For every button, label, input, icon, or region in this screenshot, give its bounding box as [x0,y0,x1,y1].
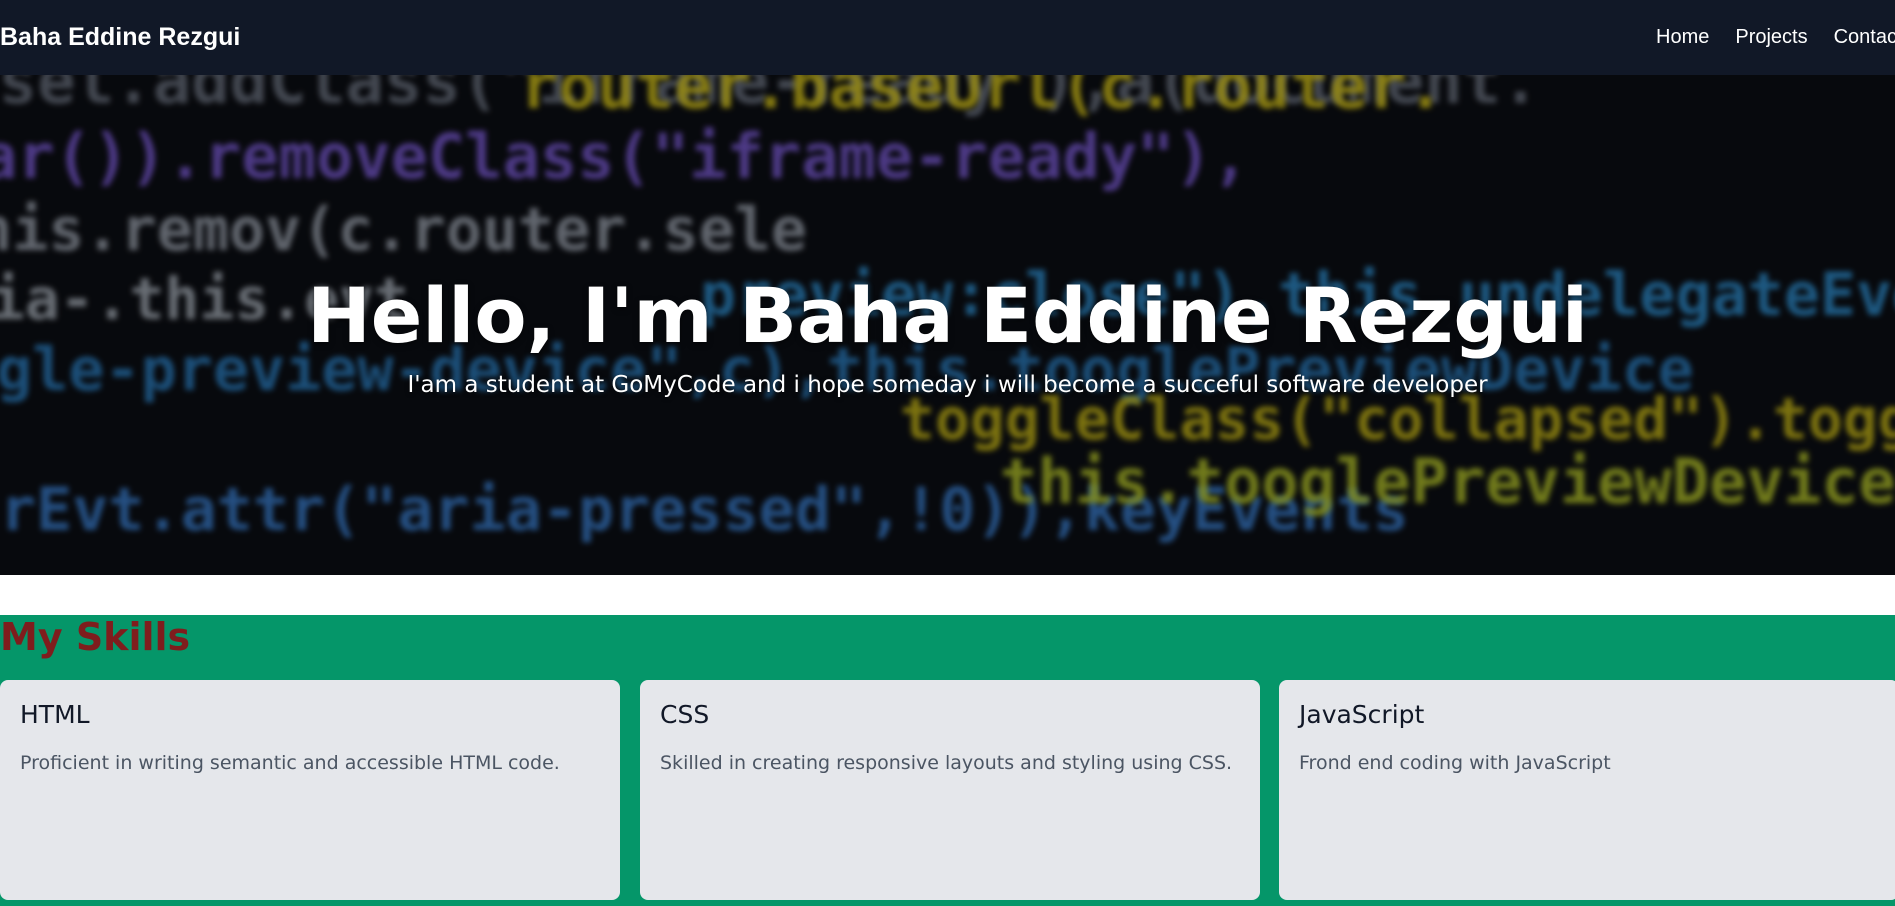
nav-link-contact[interactable]: Contact [1834,26,1895,49]
hero-section: .sel.addClass("iframe-ready"),a(document… [0,75,1895,575]
skill-card-title: JavaScript [1299,700,1425,729]
skill-card-description: Frond end coding with JavaScript [1299,752,1611,774]
skill-card-description: Skilled in creating responsive layouts a… [660,752,1233,774]
skills-heading: My Skills [0,615,191,659]
skills-section: My Skills HTML Proficient in writing sem… [0,615,1895,906]
hero-title: Hello, I'm Baha Eddine Rezgui [307,270,1588,360]
skill-card-description: Proficient in writing semantic and acces… [20,752,560,774]
skill-card-css: CSS Skilled in creating responsive layou… [640,680,1260,900]
hero-subtitle: I'am a student at GoMyCode and i hope so… [407,372,1488,398]
skill-card-title: HTML [20,700,90,729]
navbar: Baha Eddine Rezgui Home Projects Contact [0,0,1895,75]
skill-card-javascript: JavaScript Frond end coding with JavaScr… [1279,680,1895,900]
skill-card-html: HTML Proficient in writing semantic and … [0,680,620,900]
brand-logo[interactable]: Baha Eddine Rezgui [0,23,240,52]
nav-link-projects[interactable]: Projects [1735,26,1807,49]
nav-links: Home Projects Contact [1656,0,1895,75]
skill-card-title: CSS [660,700,710,729]
nav-link-home[interactable]: Home [1656,26,1709,49]
